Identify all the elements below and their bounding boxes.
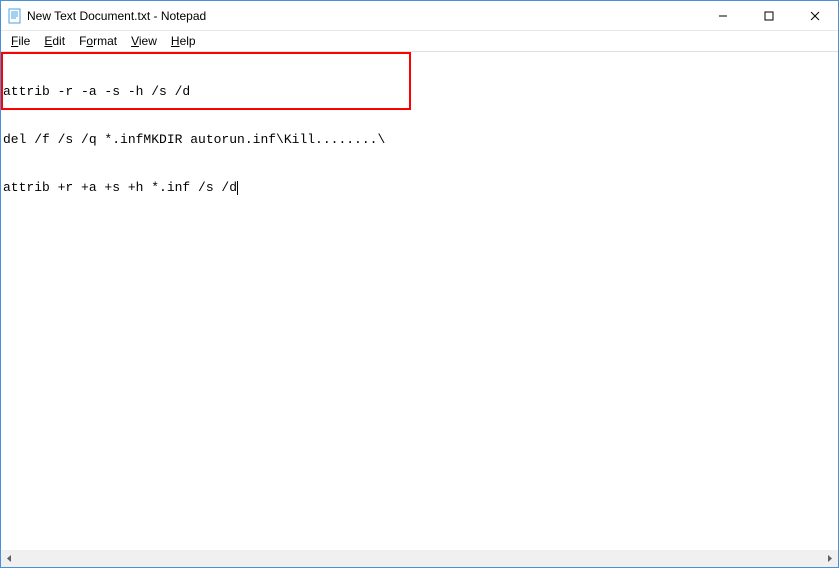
menu-file-label: ile: [18, 34, 30, 48]
menu-edit[interactable]: Edit: [38, 33, 71, 49]
editor-area: attrib -r -a -s -h /s /d del /f /s /q *.…: [1, 51, 838, 567]
notepad-window: New Text Document.txt - Notepad File Edi…: [0, 0, 839, 568]
menu-help-label: elp: [180, 34, 196, 48]
minimize-button[interactable]: [700, 1, 746, 30]
editor-line: attrib +r +a +s +h *.inf /s /d: [3, 180, 836, 196]
menu-file[interactable]: File: [5, 33, 36, 49]
menu-edit-label: dit: [52, 34, 65, 48]
menu-view[interactable]: View: [125, 33, 163, 49]
editor-line-text: attrib +r +a +s +h *.inf /s /d: [3, 180, 237, 195]
menu-view-label: iew: [139, 34, 157, 48]
scrollbar-track[interactable]: [18, 550, 821, 567]
window-controls: [700, 1, 838, 30]
text-editor[interactable]: attrib -r -a -s -h /s /d del /f /s /q *.…: [1, 52, 838, 550]
menu-help-accel: H: [171, 34, 180, 48]
editor-line: attrib -r -a -s -h /s /d: [3, 84, 836, 100]
menu-format-label-after: rmat: [93, 34, 117, 48]
maximize-button[interactable]: [746, 1, 792, 30]
menu-help[interactable]: Help: [165, 33, 202, 49]
close-button[interactable]: [792, 1, 838, 30]
titlebar: New Text Document.txt - Notepad: [1, 1, 838, 31]
text-caret: [237, 181, 238, 195]
menu-format[interactable]: Format: [73, 33, 123, 49]
scroll-left-arrow-icon[interactable]: [1, 550, 18, 567]
notepad-app-icon: [7, 8, 23, 24]
horizontal-scrollbar[interactable]: [1, 550, 838, 567]
window-title: New Text Document.txt - Notepad: [27, 9, 206, 23]
scroll-right-arrow-icon[interactable]: [821, 550, 838, 567]
menubar: File Edit Format View Help: [1, 31, 838, 51]
minimize-icon: [718, 11, 728, 21]
close-icon: [810, 11, 820, 21]
menu-view-accel: V: [131, 34, 139, 48]
editor-line: del /f /s /q *.infMKDIR autorun.inf\Kill…: [3, 132, 836, 148]
maximize-icon: [764, 11, 774, 21]
